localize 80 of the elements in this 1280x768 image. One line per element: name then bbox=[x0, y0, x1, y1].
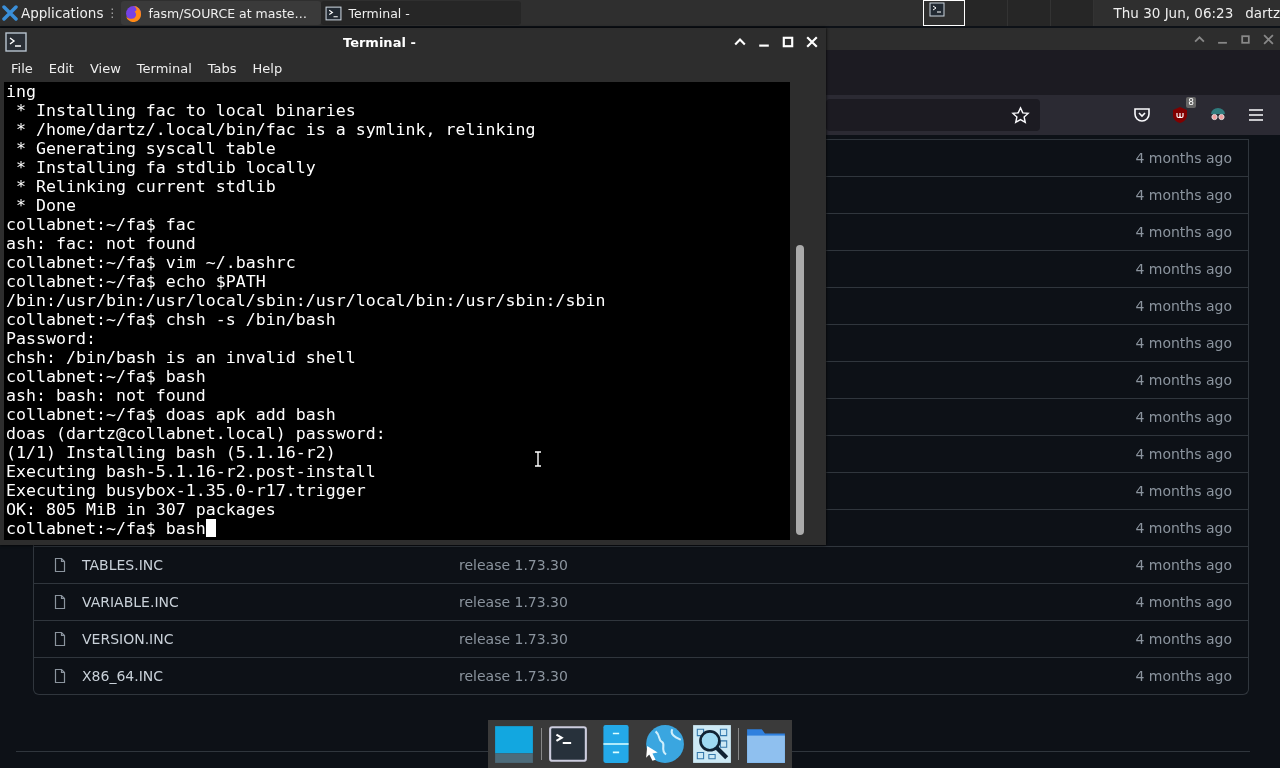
window-title: Terminal - bbox=[343, 34, 416, 50]
show-desktop-icon[interactable] bbox=[492, 723, 535, 765]
terminal-line: collabnet:~/fa$ doas apk add bash bbox=[6, 405, 336, 424]
x-logo-icon bbox=[2, 5, 18, 21]
commit-age: 4 months ago bbox=[1135, 668, 1232, 684]
terminal-line: (1/1) Installing bash (5.1.16-r2) bbox=[6, 443, 336, 462]
user-name[interactable]: dartz bbox=[1245, 5, 1280, 21]
search-icon[interactable] bbox=[690, 723, 733, 765]
commit-age: 4 months ago bbox=[1135, 187, 1232, 203]
commit-age: 4 months ago bbox=[1135, 483, 1232, 499]
terminal-line: collabnet:~/fa$ bash bbox=[6, 519, 206, 538]
file-name-link[interactable]: TABLES.INC bbox=[82, 557, 163, 573]
commit-message-link[interactable]: release 1.73.30 bbox=[459, 668, 568, 684]
commit-age: 4 months ago bbox=[1135, 150, 1232, 166]
terminal-line: * /home/dartz/.local/bin/fac is a symlink, relinking bbox=[15, 120, 536, 139]
terminal-line: collabnet:~/fa$ vim ~/.bashrc bbox=[6, 253, 296, 272]
file-icon bbox=[52, 557, 68, 573]
terminal-line: * Relinking current stdlib bbox=[15, 177, 276, 196]
applications-menu[interactable]: Applications bbox=[0, 5, 104, 21]
commit-age: 4 months ago bbox=[1135, 520, 1232, 536]
menu-item[interactable]: Edit bbox=[48, 61, 74, 76]
commit-age: 4 months ago bbox=[1135, 335, 1232, 351]
menu-item[interactable]: Help bbox=[252, 61, 283, 76]
commit-message-link[interactable]: release 1.73.30 bbox=[459, 594, 568, 610]
count-badge: 8 bbox=[1186, 97, 1196, 108]
terminal-line: chsh: /bin/bash is an invalid shell bbox=[6, 348, 356, 367]
menu-item[interactable]: Terminal bbox=[136, 61, 192, 76]
terminal-line: Password: bbox=[6, 329, 96, 348]
terminal-line: Executing busybox-1.35.0-r17.trigger bbox=[6, 481, 366, 500]
terminal-icon bbox=[5, 32, 27, 52]
menu-item[interactable]: Tabs bbox=[207, 61, 237, 76]
pocket-icon[interactable] bbox=[1132, 105, 1152, 125]
terminal-line: ash: fac: not found bbox=[6, 234, 196, 253]
bookmark-star-icon[interactable] bbox=[1011, 105, 1030, 125]
commit-age: 4 months ago bbox=[1135, 298, 1232, 314]
terminal-icon[interactable] bbox=[547, 723, 590, 765]
task-button[interactable]: Terminal - bbox=[321, 1, 522, 25]
commit-age: 4 months ago bbox=[1135, 261, 1232, 277]
terminal-line: /bin:/usr/bin:/usr/local/sbin:/usr/local/bin:/usr/sbin:/sbin bbox=[6, 291, 606, 310]
commit-age: 4 months ago bbox=[1135, 594, 1232, 610]
file-name-link[interactable]: VARIABLE.INC bbox=[82, 594, 179, 610]
commit-message-link[interactable]: release 1.73.30 bbox=[459, 631, 568, 647]
workspace-switcher[interactable] bbox=[922, 0, 1094, 26]
commit-age: 4 months ago bbox=[1135, 446, 1232, 462]
terminal-line: Executing bash-5.1.16-r2.post-install bbox=[6, 462, 376, 481]
firefox-icon bbox=[125, 4, 143, 22]
commit-age: 4 months ago bbox=[1135, 224, 1232, 240]
terminal-line: collabnet:~/fa$ chsh -s /bin/bash bbox=[6, 310, 336, 329]
terminal-line: collabnet:~/fa$ echo $PATH bbox=[6, 272, 266, 291]
terminal-icon bbox=[325, 4, 343, 22]
task-button[interactable]: fasm/SOURCE at maste… bbox=[121, 1, 322, 25]
commit-age: 4 months ago bbox=[1135, 631, 1232, 647]
clock[interactable]: Thu 30 Jun, 06:23 bbox=[1113, 5, 1234, 21]
terminal-line: doas (dartz@collabnet.local) password: bbox=[6, 424, 386, 443]
file-name-link[interactable]: VERSION.INC bbox=[82, 631, 174, 647]
file-icon bbox=[52, 668, 68, 684]
terminal-thumbnail-icon bbox=[927, 2, 946, 18]
menu-item[interactable]: View bbox=[89, 61, 121, 76]
terminal-line: * Installing fa stdlib locally bbox=[15, 158, 316, 177]
terminal-line: collabnet:~/fa$ fac bbox=[6, 215, 196, 234]
shade-icon[interactable] bbox=[734, 36, 746, 48]
terminal-line: ing bbox=[6, 82, 36, 101]
terminal-line: collabnet:~/fa$ bash bbox=[6, 367, 206, 386]
commit-age: 4 months ago bbox=[1135, 372, 1232, 388]
drag-handle: ⋮ bbox=[106, 6, 119, 20]
menu-item[interactable]: File bbox=[11, 61, 33, 76]
terminal-line: * Installing fac to local binaries bbox=[15, 101, 356, 120]
address-field[interactable] bbox=[826, 99, 1040, 131]
i-beam-pointer-icon bbox=[533, 451, 543, 467]
terminal-line: ash: bash: not found bbox=[6, 386, 206, 405]
terminal-line: OK: 805 MiB in 307 packages bbox=[6, 500, 276, 519]
shield-extension-icon[interactable] bbox=[1170, 105, 1190, 125]
commit-age: 4 months ago bbox=[1135, 557, 1232, 573]
commit-age: 4 months ago bbox=[1135, 409, 1232, 425]
terminal-line: * Done bbox=[15, 196, 76, 215]
commit-message-link[interactable]: release 1.73.30 bbox=[459, 557, 568, 573]
terminal-line: * Generating syscall table bbox=[15, 139, 276, 158]
file-icon bbox=[52, 594, 68, 610]
file-name-link[interactable]: X86_64.INC bbox=[82, 668, 164, 684]
file-icon bbox=[52, 631, 68, 647]
